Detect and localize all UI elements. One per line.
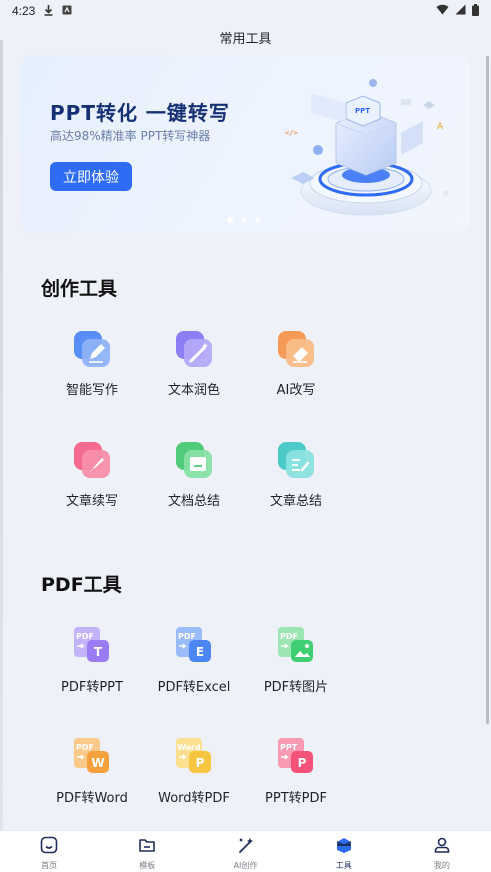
tool-document-summary[interactable]: 文档总结 <box>139 440 249 509</box>
tool-pdf-to-word[interactable]: PDF W PDF转Word <box>37 737 147 806</box>
tool-label: AI改写 <box>276 383 316 398</box>
tool-word-to-pdf[interactable]: Word P Word转PDF <box>139 737 249 806</box>
pagination-dot[interactable] <box>241 217 247 223</box>
status-time: 4:23 <box>12 4 36 18</box>
pagination-dot[interactable] <box>255 217 261 223</box>
status-bar: 4:23 <box>0 0 491 22</box>
tool-label: 文章总结 <box>269 494 322 509</box>
signal-icon <box>455 4 466 18</box>
ppt-conversion-illustration: PPT </> A <box>285 79 449 216</box>
tab-ai-create[interactable]: AI创作 <box>196 831 294 872</box>
tab-label: 模板 <box>139 861 156 870</box>
tab-label: AI创作 <box>233 861 258 870</box>
magic-wand-icon <box>237 836 255 858</box>
target-format-label: P <box>298 756 307 770</box>
page-title: 常用工具 <box>219 32 272 47</box>
pen-icon <box>72 329 112 369</box>
bottom-tab-bar: 首页 模板 AI创作 工具 我的 <box>0 830 491 872</box>
tool-label: PDF转图片 <box>263 680 329 695</box>
tool-pdf-to-ppt[interactable]: PDF T PDF转PPT <box>37 626 147 695</box>
file-type-label: Word <box>177 743 201 752</box>
file-type-label: PDF <box>76 632 94 641</box>
tool-label: PDF转PPT <box>61 680 123 695</box>
download-icon <box>43 4 54 19</box>
toolbox-icon <box>335 836 353 858</box>
tab-label: 我的 <box>433 861 450 870</box>
promo-banner[interactable]: PPT转化 一键转写 高达98%精准率 PPT转写神器 立即体验 PPT </>… <box>21 55 470 233</box>
wifi-icon <box>436 4 449 18</box>
banner-title: PPT转化 一键转写 <box>50 101 230 125</box>
tab-profile[interactable]: 我的 <box>393 831 491 872</box>
tool-pdf-to-image[interactable]: PDF PDF转图片 <box>241 626 351 695</box>
svg-text:A: A <box>437 122 444 132</box>
pdf-to-ppt-icon: PDF T <box>72 626 112 666</box>
tool-label: Word转PDF <box>158 791 230 806</box>
file-type-label: PDF <box>280 632 298 641</box>
tool-label: 文档总结 <box>167 494 220 509</box>
pdf-to-excel-icon: PDF E <box>174 626 214 666</box>
tool-text-polish[interactable]: 文本润色 <box>139 329 249 398</box>
target-format-label: W <box>91 756 104 770</box>
tool-article-continue[interactable]: 文章续写 <box>37 440 147 509</box>
tab-label: 工具 <box>335 861 352 870</box>
tool-label: 文章续写 <box>65 494 118 509</box>
banner-subtitle: 高达98%精准率 PPT转写神器 <box>50 129 211 143</box>
note-edit-icon <box>276 440 316 480</box>
tab-home[interactable]: 首页 <box>0 831 98 872</box>
brush-icon <box>72 440 112 480</box>
tool-article-summary[interactable]: 文章总结 <box>241 440 351 509</box>
section-title-pdf: PDF工具 <box>41 574 122 596</box>
tool-ppt-to-pdf[interactable]: PPT P PPT转PDF <box>241 737 351 806</box>
file-type-label: PDF <box>76 743 94 752</box>
banner-pagination <box>227 217 261 223</box>
tool-label: 文本润色 <box>167 383 220 398</box>
magic-wand-icon <box>174 329 214 369</box>
target-format-label: P <box>196 756 205 770</box>
pagination-dot[interactable] <box>227 217 233 223</box>
tab-tools[interactable]: 工具 <box>295 831 393 872</box>
home-icon <box>40 836 58 858</box>
tab-label: 首页 <box>41 861 58 870</box>
art-badge: PPT <box>355 107 370 115</box>
tool-label: PPT转PDF <box>265 791 327 806</box>
folder-icon <box>138 836 156 858</box>
tab-templates[interactable]: 模板 <box>98 831 196 872</box>
pdf-to-image-icon: PDF <box>276 626 316 666</box>
battery-icon <box>472 3 479 19</box>
inbox-icon <box>174 440 214 480</box>
section-title-creation: 创作工具 <box>41 278 118 300</box>
eraser-icon <box>276 329 316 369</box>
tool-label: PDF转Word <box>56 791 128 806</box>
tool-pdf-to-excel[interactable]: PDF E PDF转Excel <box>139 626 249 695</box>
tool-label: 智能写作 <box>65 383 118 398</box>
tool-smart-writing[interactable]: 智能写作 <box>37 329 147 398</box>
svg-text:</>: </> <box>285 129 298 137</box>
left-edge-shadow <box>0 40 3 840</box>
pdf-to-word-icon: PDF W <box>72 737 112 777</box>
word-to-pdf-icon: Word P <box>174 737 214 777</box>
target-format-label: E <box>196 645 204 659</box>
tool-label: PDF转Excel <box>157 680 231 695</box>
scrollbar[interactable] <box>486 56 489 724</box>
try-now-button[interactable]: 立即体验 <box>50 162 132 191</box>
file-type-label: PDF <box>178 632 196 641</box>
ppt-to-pdf-icon: PPT P <box>276 737 316 777</box>
target-format-label: T <box>94 645 103 659</box>
notification-icon <box>62 4 72 18</box>
tool-ai-rewrite[interactable]: AI改写 <box>241 329 351 398</box>
file-type-label: PPT <box>280 743 298 752</box>
user-icon <box>433 836 451 858</box>
